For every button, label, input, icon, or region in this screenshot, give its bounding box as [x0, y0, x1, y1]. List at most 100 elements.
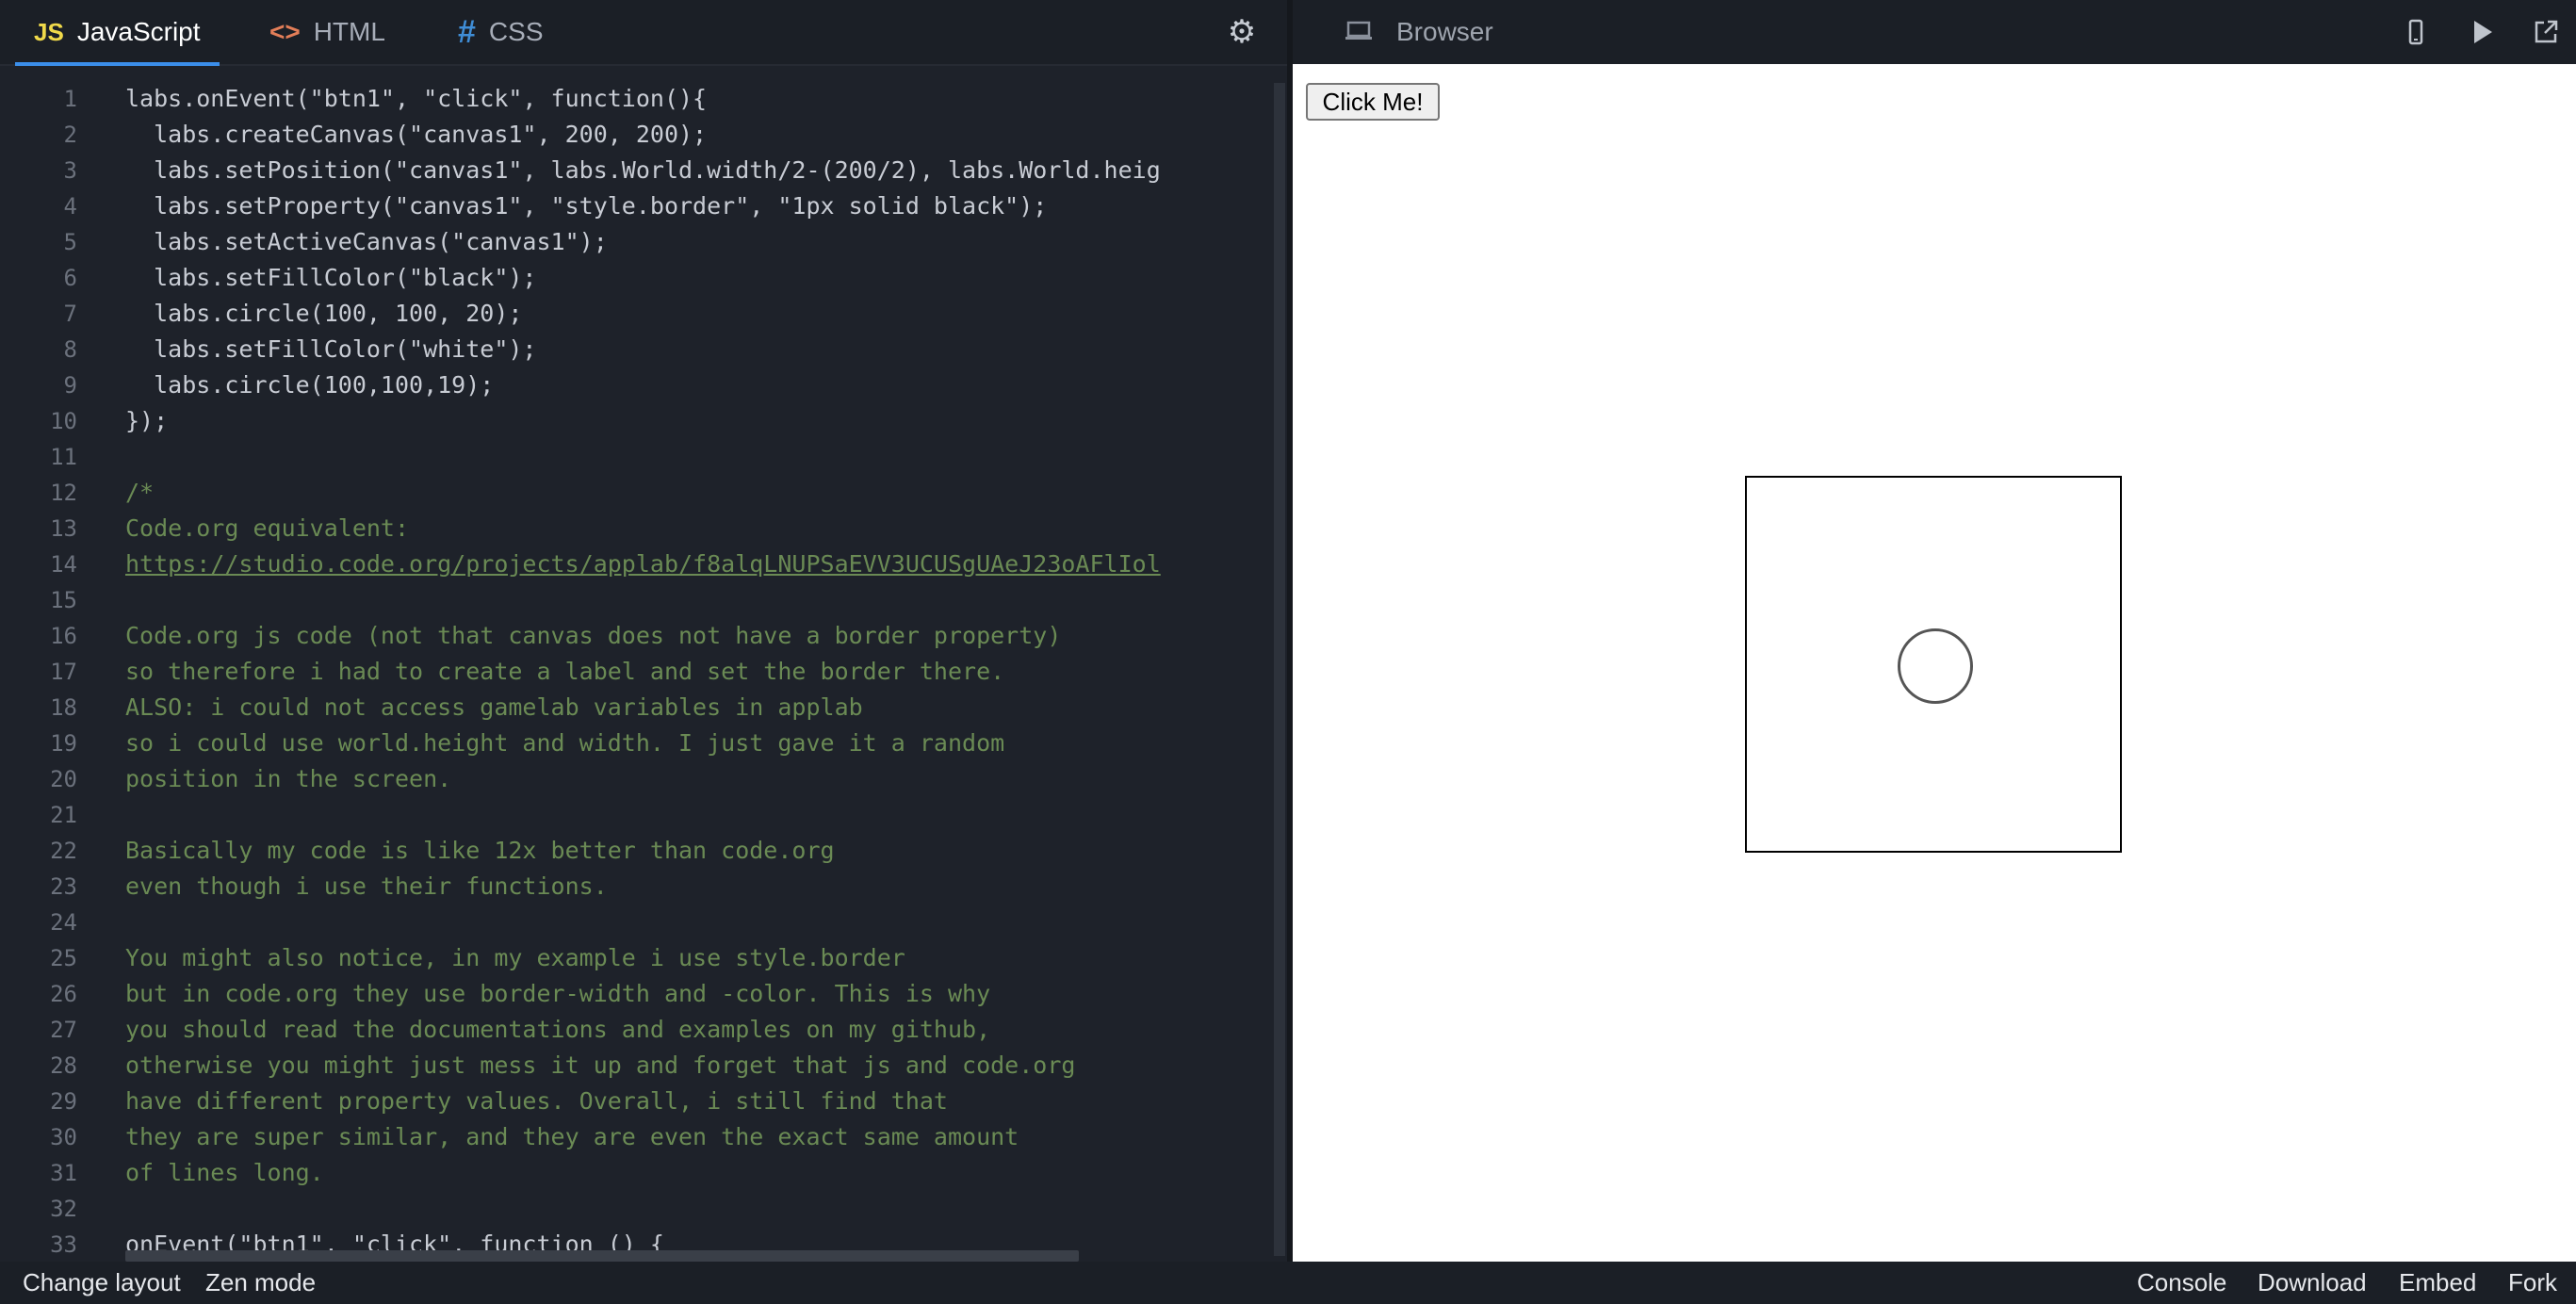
line-number: 29 [50, 1088, 77, 1115]
line-number: 12 [50, 480, 77, 506]
line-number: 7 [63, 301, 77, 327]
circle-shape [1898, 628, 1973, 704]
console-button[interactable]: Console [2137, 1262, 2226, 1304]
editor-horizontal-scrollbar[interactable] [125, 1250, 1079, 1262]
change-layout-button[interactable]: Change layout [23, 1262, 181, 1304]
tab-html-label: HTML [313, 17, 385, 46]
code-line: otherwise you might just mess it up and … [125, 1051, 1076, 1079]
code-line: labs.setFillColor("white"); [125, 335, 537, 363]
browser-title: Browser [1396, 17, 1493, 46]
line-number: 32 [50, 1196, 77, 1222]
line-number: 17 [50, 659, 77, 685]
code-line: you should read the documentations and e… [125, 1016, 991, 1043]
code-line: labs.setActiveCanvas("canvas1"); [125, 228, 608, 255]
line-number: 11 [50, 444, 77, 470]
line-number: 33 [50, 1231, 77, 1254]
css-icon: # [458, 13, 476, 50]
html-icon: <> [269, 17, 301, 46]
editor-pane: JS JavaScript <> HTML # CSS ⚙ 1234567891… [0, 0, 1287, 1262]
line-number: 26 [50, 981, 77, 1007]
mobile-view-icon[interactable] [2401, 17, 2431, 47]
line-number: 18 [50, 694, 77, 721]
line-number: 23 [50, 873, 77, 900]
line-number: 25 [50, 945, 77, 971]
line-number: 6 [63, 265, 77, 291]
embed-button[interactable]: Embed [2399, 1262, 2476, 1304]
tab-html[interactable]: <> HTML [269, 0, 385, 64]
browser-preview: Click Me! [1293, 64, 2576, 1262]
canvas [1745, 476, 2122, 853]
code-line: so therefore i had to create a label and… [125, 658, 1005, 685]
code-line: labs.setProperty("canvas1", "style.borde… [125, 192, 1048, 220]
line-number: 19 [50, 730, 77, 757]
code-line: position in the screen. [125, 765, 452, 792]
browser-pane: Browser Click Me! [1293, 0, 2576, 1262]
line-number: 3 [63, 157, 77, 184]
line-number: 27 [50, 1017, 77, 1043]
line-number: 9 [63, 372, 77, 399]
line-number: 24 [50, 909, 77, 936]
line-number: 2 [63, 122, 77, 148]
click-me-button[interactable]: Click Me! [1306, 83, 1440, 121]
line-number: 31 [50, 1160, 77, 1186]
tab-javascript[interactable]: JS JavaScript [15, 0, 220, 66]
line-number: 1 [63, 86, 77, 112]
line-number: 30 [50, 1124, 77, 1150]
line-number: 4 [63, 193, 77, 220]
code-line: ALSO: i could not access gamelab variabl… [125, 693, 863, 721]
code-lines[interactable]: labs.onEvent("btn1", "click", function()… [125, 81, 1280, 1254]
code-line: labs.circle(100,100,19); [125, 371, 495, 399]
code-line: labs.setFillColor("black"); [125, 264, 537, 291]
code-line: even though i use their functions. [125, 872, 608, 900]
line-number: 8 [63, 336, 77, 363]
code-line: labs.circle(100, 100, 20); [125, 300, 523, 327]
tab-javascript-label: JavaScript [76, 17, 201, 46]
code-line: Basically my code is like 12x better tha… [125, 837, 835, 864]
code-line: they are super similar, and they are eve… [125, 1123, 1019, 1150]
code-line: Code.org js code (not that canvas does n… [125, 622, 1062, 649]
monitor-icon [1345, 17, 1372, 43]
tab-css[interactable]: # CSS [458, 0, 544, 64]
code-line: so i could use world.height and width. I… [125, 729, 1005, 757]
code-line: have different property values. Overall,… [125, 1087, 948, 1115]
editor-vertical-scrollbar[interactable] [1274, 83, 1285, 1256]
code-editor[interactable]: 1 2 3 4 5 6 7 8 9 10 11 12 13 14 15 16 17 18 19 20 21 22 23 24 2… [0, 81, 1280, 1254]
line-number: 15 [50, 587, 77, 613]
line-number: 21 [50, 802, 77, 828]
browser-bar: Browser [1293, 0, 2576, 64]
line-number: 20 [50, 766, 77, 792]
code-line: }); [125, 407, 169, 434]
editor-tabbar: JS JavaScript <> HTML # CSS ⚙ [0, 0, 1287, 66]
code-link[interactable]: https://studio.code.org/projects/applab/… [125, 546, 1280, 582]
line-number: 16 [50, 623, 77, 649]
code-line: Code.org equivalent: [125, 514, 410, 542]
line-number: 5 [63, 229, 77, 255]
footer-bar: Change layout Zen mode Console Download … [0, 1262, 2576, 1304]
code-line: labs.onEvent("btn1", "click", function()… [125, 85, 708, 112]
code-line: labs.createCanvas("canvas1", 200, 200); [125, 121, 708, 148]
zen-mode-button[interactable]: Zen mode [205, 1262, 316, 1304]
code-line: but in code.org they use border-width an… [125, 980, 991, 1007]
code-line: /* [125, 479, 155, 506]
fork-button[interactable]: Fork [2508, 1262, 2557, 1304]
line-number: 10 [50, 408, 77, 434]
code-line: You might also notice, in my example i u… [125, 944, 905, 971]
line-number: 14 [50, 551, 77, 578]
line-numbers: 1 2 3 4 5 6 7 8 9 10 11 12 13 14 15 16 17 18 19 20 21 22 23 24 2… [0, 81, 85, 1254]
open-external-icon[interactable] [2531, 17, 2561, 47]
line-number: 13 [50, 515, 77, 542]
run-icon[interactable] [2467, 17, 2497, 47]
javascript-icon: JS [34, 17, 64, 46]
line-number: 22 [50, 838, 77, 864]
code-line: of lines long. [125, 1159, 324, 1186]
code-line: labs.setPosition("canvas1", labs.World.w… [125, 156, 1161, 184]
line-number: 28 [50, 1052, 77, 1079]
download-button[interactable]: Download [2258, 1262, 2367, 1304]
gear-icon[interactable]: ⚙ [1225, 15, 1259, 49]
tab-css-label: CSS [488, 17, 544, 46]
